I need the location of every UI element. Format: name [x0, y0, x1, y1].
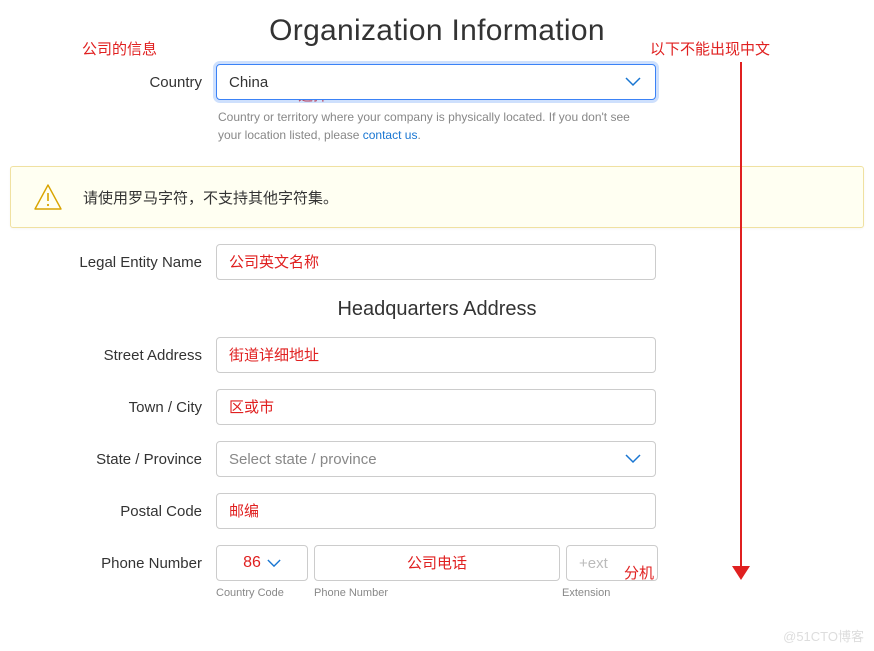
charset-alert: 请使用罗马字符，不支持其他字符集。 — [10, 166, 864, 228]
sub-label-number: Phone Number — [314, 587, 562, 599]
chevron-down-icon — [625, 77, 641, 87]
organization-form: Country China Country or territory where… — [0, 64, 874, 599]
alert-text: 请使用罗马字符，不支持其他字符集。 — [83, 187, 338, 208]
annotation-arrow-head-icon — [732, 566, 750, 580]
annotation-arrow-line — [740, 62, 742, 572]
street-input[interactable] — [216, 337, 656, 373]
legal-entity-label: Legal Entity Name — [16, 254, 216, 271]
postal-label: Postal Code — [16, 503, 216, 520]
country-select-value: China — [229, 74, 268, 91]
chevron-down-icon — [267, 559, 281, 568]
phone-label: Phone Number — [16, 555, 216, 572]
phone-number-input[interactable] — [314, 545, 560, 581]
street-label: Street Address — [16, 347, 216, 364]
city-input[interactable] — [216, 389, 656, 425]
chevron-down-icon — [625, 454, 641, 464]
state-select[interactable]: Select state / province — [216, 441, 656, 477]
state-select-placeholder: Select state / province — [229, 451, 377, 468]
country-help-text: Country or territory where your company … — [216, 108, 656, 144]
watermark: @51CTO博客 — [783, 626, 864, 645]
headquarters-heading: Headquarters Address — [0, 298, 874, 321]
phone-ext-input[interactable] — [566, 545, 658, 581]
sub-label-cc: Country Code — [216, 587, 314, 599]
contact-us-link[interactable]: contact us — [363, 128, 418, 142]
warning-icon — [33, 183, 63, 211]
state-label: State / Province — [16, 451, 216, 468]
phone-sub-labels: Country Code Phone Number Extension — [216, 587, 874, 599]
city-label: Town / City — [16, 399, 216, 416]
annotation-company-info: 公司的信息 — [82, 38, 157, 59]
sub-label-ext: Extension — [562, 587, 654, 599]
postal-input[interactable] — [216, 493, 656, 529]
country-select[interactable]: China — [216, 64, 656, 100]
country-code-value: 86 — [243, 554, 261, 572]
country-label: Country — [16, 74, 216, 91]
country-code-select[interactable]: 86 — [216, 545, 308, 581]
annotation-no-chinese: 以下不能出现中文 — [650, 38, 770, 59]
legal-entity-input[interactable] — [216, 244, 656, 280]
